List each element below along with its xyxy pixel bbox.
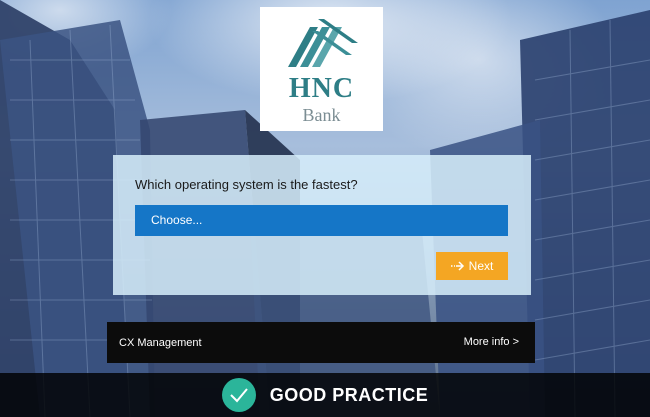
- question-text: Which operating system is the fastest?: [135, 177, 358, 192]
- more-info-link[interactable]: More info >: [464, 336, 519, 348]
- select-value: Choose...: [151, 213, 203, 227]
- cx-management-label: CX Management: [119, 337, 202, 349]
- bank-logo: HNC Bank: [260, 7, 383, 131]
- next-button[interactable]: Next: [436, 252, 508, 280]
- os-select-dropdown[interactable]: Choose...: [135, 205, 508, 236]
- check-icon: [221, 378, 256, 412]
- good-practice-label: GOOD PRACTICE: [269, 384, 429, 405]
- arrow-right-icon: [450, 261, 464, 271]
- good-practice-footer: GOOD PRACTICE: [0, 373, 650, 417]
- hnc-logo-mark-icon: [288, 19, 358, 67]
- bank-name: HNC: [288, 73, 355, 104]
- survey-card: Which operating system is the fastest? C…: [113, 155, 531, 295]
- next-label: Next: [468, 259, 494, 273]
- cx-management-bar: CX Management More info >: [107, 322, 535, 363]
- bank-subtitle: Bank: [302, 105, 341, 125]
